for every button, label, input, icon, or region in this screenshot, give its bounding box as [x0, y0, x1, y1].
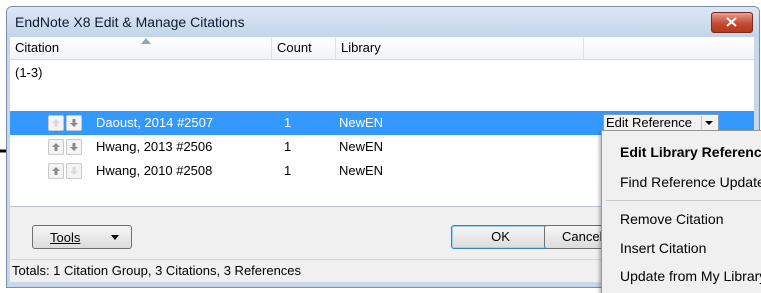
move-down-button[interactable]: [66, 139, 82, 155]
move-up-button[interactable]: [48, 163, 64, 179]
citation-group-label[interactable]: (1-3): [15, 65, 42, 80]
menu-item-remove-citation[interactable]: Remove Citation: [620, 211, 724, 227]
arrow-down-icon: [70, 119, 78, 127]
menu-separator: [606, 200, 761, 201]
sort-ascending-icon: [141, 38, 151, 44]
arrow-up-icon: [52, 119, 60, 127]
library-name: NewEN: [339, 115, 384, 130]
column-header-blank: [584, 37, 754, 59]
arrow-down-icon: [70, 143, 78, 151]
tools-label: Tools: [50, 230, 81, 245]
citation-text: Hwang, 2010 #2508: [96, 163, 213, 178]
column-header-count[interactable]: Count: [272, 37, 336, 59]
menu-item-edit-library-reference[interactable]: Edit Library Reference: [620, 144, 761, 160]
column-label: Count: [277, 40, 312, 55]
menu-item-find-reference-updates[interactable]: Find Reference Updates...: [620, 174, 761, 190]
citation-text: Daoust, 2014 #2507: [96, 115, 214, 130]
column-label: Citation: [15, 40, 60, 55]
edit-reference-dropdown[interactable]: Edit Reference: [603, 114, 719, 131]
chevron-down-icon: [701, 116, 716, 129]
totals-status-text: Totals: 1 Citation Group, 3 Citations, 3…: [12, 263, 302, 278]
menu-item-insert-citation[interactable]: Insert Citation: [620, 240, 706, 256]
close-button[interactable]: [711, 12, 753, 33]
library-name: NewEN: [339, 163, 384, 178]
tools-button[interactable]: Tools: [32, 225, 132, 249]
arrow-down-icon: [70, 167, 78, 175]
move-down-button[interactable]: [66, 163, 82, 179]
move-down-button[interactable]: [66, 115, 82, 131]
library-name: NewEN: [339, 139, 384, 154]
chevron-down-icon: [111, 235, 119, 240]
ok-button[interactable]: OK: [451, 225, 550, 249]
citation-text: Hwang, 2013 #2506: [96, 139, 213, 154]
column-header-library[interactable]: Library: [336, 37, 584, 59]
title-bar: EndNote X8 Edit & Manage Citations: [7, 7, 759, 37]
window-title: EndNote X8 Edit & Manage Citations: [15, 14, 245, 30]
close-x-icon: [726, 17, 737, 27]
move-up-button[interactable]: [48, 115, 64, 131]
count-value: 1: [284, 163, 292, 178]
column-header-citation[interactable]: Citation: [10, 37, 272, 59]
arrow-up-icon: [52, 167, 60, 175]
arrow-up-icon: [52, 143, 60, 151]
column-label: Library: [341, 40, 381, 55]
edit-reference-label: Edit Reference: [606, 115, 692, 130]
grid-header: Citation Count Library: [10, 37, 754, 60]
edit-reference-context-menu: Edit Library Reference Find Reference Up…: [601, 130, 761, 293]
move-up-button[interactable]: [48, 139, 64, 155]
count-value: 1: [284, 139, 292, 154]
menu-item-update-from-my-library[interactable]: Update from My Library...: [620, 268, 761, 284]
count-value: 1: [284, 115, 292, 130]
